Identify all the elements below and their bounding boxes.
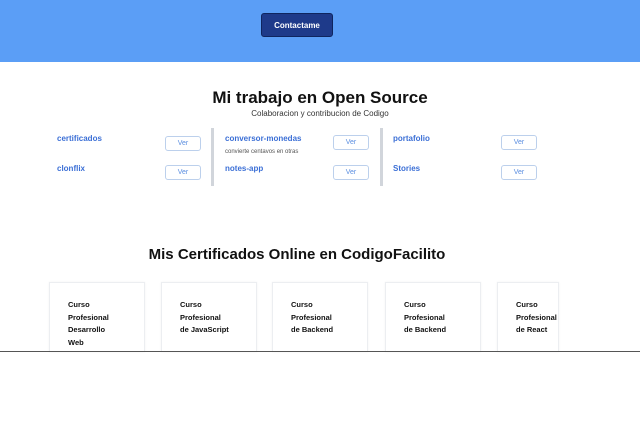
section-divider-line <box>0 351 640 352</box>
repo-link[interactable]: clonflix <box>57 164 85 173</box>
certificate-card[interactable]: Curso Profesional de React <box>497 282 559 352</box>
open-source-title: Mi trabajo en Open Source <box>212 88 428 107</box>
repo-view-button[interactable]: Ver <box>333 135 369 150</box>
certificate-card[interactable]: Curso Profesional de Backend <box>272 282 368 352</box>
certificate-name: Curso Profesional de Backend <box>404 300 447 335</box>
repo-link[interactable]: certificados <box>57 134 102 143</box>
certificate-name: Curso Profesional de React <box>516 300 557 335</box>
repo-view-button[interactable]: Ver <box>333 165 369 180</box>
certificate-name: Curso Profesional de Backend <box>291 300 334 335</box>
repo-link[interactable]: portafolio <box>393 134 430 143</box>
repo-view-button[interactable]: Ver <box>165 165 201 180</box>
open-source-subtitle: Colaboracion y contribucion de Codigo <box>251 109 389 118</box>
certificate-name: Curso Profesional de JavaScript <box>180 300 229 335</box>
repo-link[interactable]: notes-app <box>225 164 263 173</box>
certificate-card[interactable]: Curso Profesional de Backend <box>385 282 481 352</box>
repo-link[interactable]: conversor-monedas <box>225 134 301 143</box>
repo-link[interactable]: Stories <box>393 164 420 173</box>
repo-view-button[interactable]: Ver <box>501 165 537 180</box>
certificates-title: Mis Certificados Online en CodigoFacilit… <box>148 246 446 263</box>
repo-view-button[interactable]: Ver <box>165 136 201 151</box>
certificate-name: Curso Profesional Desarrollo Web <box>68 300 109 348</box>
contact-button[interactable]: Contactame <box>261 13 333 37</box>
certificate-card[interactable]: Curso Profesional Desarrollo Web <box>49 282 145 352</box>
hero-banner: Contactame <box>0 0 640 62</box>
certificate-card[interactable]: Curso Profesional de JavaScript <box>161 282 257 352</box>
column-divider <box>211 128 214 186</box>
column-divider <box>380 128 383 186</box>
repo-description: convierte centavos en otras <box>225 149 299 155</box>
repo-view-button[interactable]: Ver <box>501 135 537 150</box>
